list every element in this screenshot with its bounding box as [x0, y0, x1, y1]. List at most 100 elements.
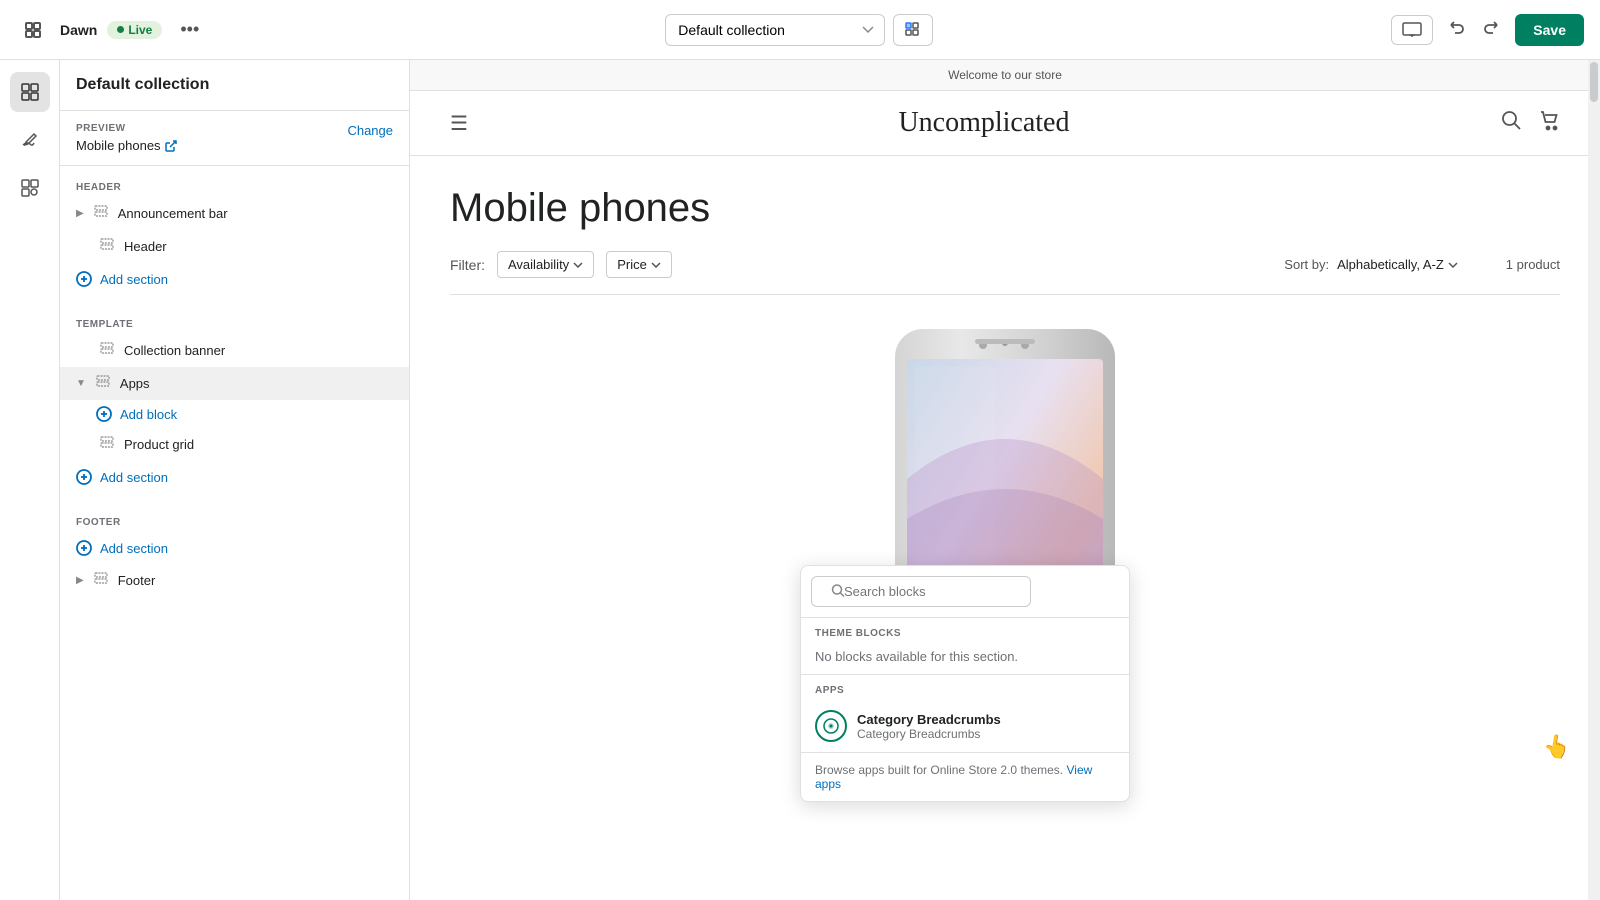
- announcement-bar-chevron: ▶: [76, 208, 84, 219]
- category-breadcrumbs-info: Category Breadcrumbs Category Breadcrumb…: [857, 712, 1001, 741]
- store-announcement: Welcome to our store: [410, 60, 1600, 91]
- more-button[interactable]: •••: [172, 15, 207, 44]
- announcement-bar-item[interactable]: ▶ Announcement bar: [60, 197, 409, 230]
- cart-icon[interactable]: [1538, 109, 1560, 137]
- product-count: 1 product: [1506, 257, 1560, 272]
- footer-chevron: ▶: [76, 575, 84, 586]
- footer-add-section-button[interactable]: Add section: [60, 532, 409, 564]
- topbar-center: Default collection: [219, 14, 1379, 46]
- live-dot: [117, 26, 124, 33]
- add-block-label: Add block: [120, 407, 177, 422]
- top-bar: Dawn Live ••• Default collection: [0, 0, 1600, 60]
- collection-banner-label: Collection banner: [124, 343, 225, 358]
- category-breadcrumbs-app-icon: [815, 710, 847, 742]
- apps-chevron: ▼: [76, 378, 86, 389]
- icon-sidebar: [0, 60, 60, 900]
- footer-label: Footer: [118, 573, 156, 588]
- preview-section: PREVIEW Change Mobile phones: [60, 111, 409, 166]
- main-layout: Default collection PREVIEW Change Mobile…: [0, 60, 1600, 900]
- template-add-section-button[interactable]: Add section: [60, 461, 409, 493]
- collection-dropdown[interactable]: Default collection: [665, 14, 885, 46]
- apps-label: APPS: [801, 675, 1129, 700]
- availability-filter[interactable]: Availability: [497, 251, 594, 278]
- category-breadcrumbs-sub: Category Breadcrumbs: [857, 727, 1001, 741]
- redo-button[interactable]: [1479, 14, 1505, 45]
- external-link-icon: [165, 140, 177, 152]
- preview-value: Mobile phones: [76, 138, 393, 153]
- header-label: Header: [124, 239, 167, 254]
- header-section-label: HEADER: [60, 174, 409, 197]
- store-nav: ☰ Uncomplicated: [410, 91, 1600, 156]
- category-breadcrumbs-name: Category Breadcrumbs: [857, 712, 1001, 727]
- footer-item[interactable]: ▶ Footer: [60, 564, 409, 597]
- sections-icon-button[interactable]: [10, 72, 50, 112]
- header-add-section-label: Add section: [100, 272, 168, 287]
- brush-icon-button[interactable]: [10, 120, 50, 160]
- hamburger-icon[interactable]: ☰: [450, 111, 468, 136]
- apps-icon-button[interactable]: [10, 168, 50, 208]
- blocks-popup: THEME BLOCKS No blocks available for thi…: [800, 565, 1130, 802]
- template-section: TEMPLATE Collection banner ▼ Apps Add bl…: [60, 303, 409, 501]
- header-item[interactable]: Header: [60, 230, 409, 263]
- announcement-bar-label: Announcement bar: [118, 206, 228, 221]
- footer-icon: [92, 572, 110, 589]
- popup-footer-text: Browse apps built for Online Store 2.0 t…: [815, 763, 1063, 777]
- price-filter[interactable]: Price: [606, 251, 672, 278]
- store-page-title: Mobile phones: [450, 186, 1560, 231]
- add-block-icon: [96, 406, 112, 422]
- sort-section: Sort by: Alphabetically, A-Z 1 product: [1284, 257, 1560, 272]
- preview-label: PREVIEW: [76, 123, 126, 134]
- footer-section: FOOTER Add section ▶ Footer: [60, 501, 409, 605]
- sort-value[interactable]: Alphabetically, A-Z: [1337, 257, 1458, 272]
- footer-add-section-label: Add section: [100, 541, 168, 556]
- change-link[interactable]: Change: [347, 123, 393, 138]
- footer-section-label: FOOTER: [60, 509, 409, 532]
- selection-mode-button[interactable]: [893, 14, 933, 46]
- panel-title: Default collection: [76, 76, 209, 94]
- live-badge: Live: [107, 21, 162, 39]
- theme-blocks-label: THEME BLOCKS: [801, 618, 1129, 643]
- theme-name: Dawn: [60, 22, 97, 38]
- product-grid-item[interactable]: Product grid: [60, 428, 409, 461]
- desktop-preview-button[interactable]: [1391, 15, 1433, 45]
- no-blocks-text: No blocks available for this section.: [801, 643, 1129, 674]
- scrollbar-track[interactable]: [1588, 60, 1600, 900]
- header-section: HEADER ▶ Announcement bar Header Add sec…: [60, 166, 409, 303]
- apps-label: Apps: [120, 376, 150, 391]
- theme-blocks-section: THEME BLOCKS No blocks available for thi…: [801, 618, 1129, 674]
- apps-section: APPS Category Breadcrumbs Category Bread…: [801, 675, 1129, 752]
- product-grid-icon: [98, 436, 116, 453]
- category-breadcrumbs-item[interactable]: Category Breadcrumbs Category Breadcrumb…: [801, 700, 1129, 752]
- popup-search-row: [801, 566, 1129, 618]
- search-blocks-input[interactable]: [811, 576, 1031, 607]
- template-add-section-label: Add section: [100, 470, 168, 485]
- left-panel: Default collection PREVIEW Change Mobile…: [60, 60, 410, 900]
- back-button[interactable]: [16, 17, 50, 43]
- save-button[interactable]: Save: [1515, 14, 1584, 46]
- add-block-button[interactable]: Add block: [60, 400, 409, 428]
- popup-footer: Browse apps built for Online Store 2.0 t…: [801, 752, 1129, 801]
- preview-area: Welcome to our store ☰ Uncomplicated Mob…: [410, 60, 1600, 900]
- collection-banner-item[interactable]: Collection banner: [60, 334, 409, 367]
- template-add-icon: [76, 469, 92, 485]
- template-section-label: TEMPLATE: [60, 311, 409, 334]
- header-icon: [98, 238, 116, 255]
- apps-icon: [94, 375, 112, 392]
- breadcrumbs-icon: [823, 718, 839, 734]
- store-nav-icons: [1500, 109, 1560, 137]
- announcement-bar-icon: [92, 205, 110, 222]
- filter-label: Filter:: [450, 257, 485, 273]
- apps-item[interactable]: ▼ Apps: [60, 367, 409, 400]
- undo-button[interactable]: [1443, 14, 1469, 45]
- footer-add-icon: [76, 540, 92, 556]
- search-icon[interactable]: [1500, 109, 1522, 137]
- header-add-section-button[interactable]: Add section: [60, 263, 409, 295]
- product-grid-label: Product grid: [124, 437, 194, 452]
- add-icon: [76, 271, 92, 287]
- filter-bar: Filter: Availability Price Sort by: Alph…: [450, 251, 1560, 295]
- scrollbar-thumb[interactable]: [1590, 62, 1598, 102]
- topbar-right: Save: [1391, 14, 1584, 46]
- topbar-left: Dawn Live •••: [16, 15, 207, 44]
- popup-search-wrapper: [811, 576, 1119, 607]
- collection-banner-icon: [98, 342, 116, 359]
